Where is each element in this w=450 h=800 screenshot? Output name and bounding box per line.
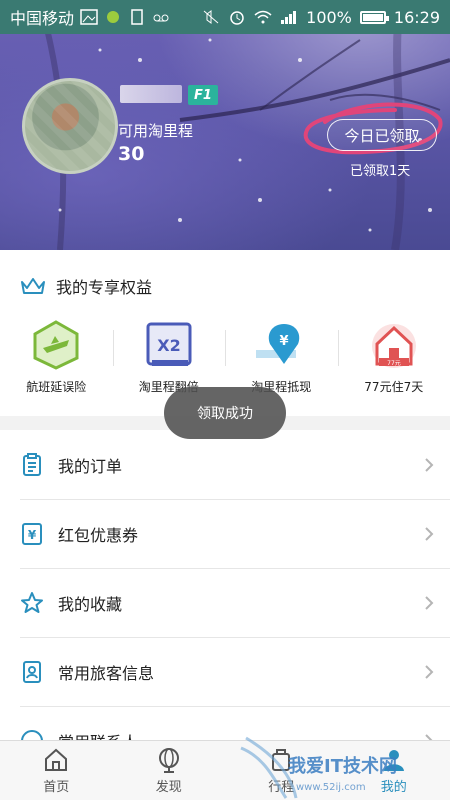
benefit-flight-delay[interactable]: 航班延误险 [0, 320, 113, 410]
star-icon [21, 591, 43, 613]
username-redacted [120, 85, 182, 103]
benefit-label: 77元住7天 [364, 380, 424, 394]
chevron-right-icon [425, 595, 434, 610]
account-menu: 我的订单 ¥ 红包优惠券 我的收藏 常用旅客信息 常用联系人 [0, 430, 450, 752]
sim-icon [131, 9, 143, 25]
profile-header: F1 可用淘里程 30 今日已领取 已领取1天 [0, 0, 450, 250]
benefit-label: 航班延误险 [26, 380, 87, 394]
home-icon [45, 748, 68, 771]
watermark-url: www.52ij.com [296, 782, 366, 793]
site-watermark: 我爱IT技术网 www.52ij.com [240, 736, 397, 799]
chevron-right-icon [425, 457, 434, 472]
menu-label: 红包优惠券 [58, 525, 139, 545]
mileage-label: 可用淘里程 [118, 122, 194, 140]
tab-label: 首页 [43, 779, 70, 795]
mute-icon [203, 10, 219, 24]
hotel-77-icon: 77元 [371, 324, 416, 368]
image-icon [80, 9, 98, 25]
id-card-icon [23, 660, 41, 683]
carrier-name: 中国移动 [10, 9, 75, 28]
benefit-hotel-77[interactable]: 77元 77元住7天 [337, 320, 450, 410]
tab-home[interactable]: 首页 [0, 741, 113, 800]
order-list-icon [23, 452, 41, 476]
battery-icon [359, 10, 389, 24]
chevron-right-icon [425, 664, 434, 679]
avatar[interactable] [22, 78, 118, 174]
hotel-77-icon-text: 77元 [387, 360, 401, 367]
daily-claim-button[interactable]: 今日已领取 [327, 119, 437, 151]
yen-pin-icon: ¥ [256, 324, 300, 364]
menu-label: 我的收藏 [58, 594, 123, 614]
level-badge: F1 [188, 85, 218, 105]
menu-label: 常用旅客信息 [58, 663, 155, 683]
menu-label: 我的订单 [58, 456, 123, 476]
battery-percent: 100% [306, 7, 352, 27]
claim-days-text: 已领取1天 [350, 164, 411, 179]
menu-item-coupons[interactable]: ¥ 红包优惠券 [0, 499, 450, 568]
mileage-value: 30 [118, 143, 145, 165]
tab-label: 发现 [155, 779, 182, 795]
globe-icon [158, 747, 179, 773]
signal-icon [281, 11, 297, 24]
benefits-header: 我的专享权益 [20, 274, 152, 298]
app-notification-icon [107, 11, 120, 23]
watermark-text: 我爱IT技术网 [288, 755, 397, 777]
clock: 16:29 [393, 7, 440, 27]
benefits-title: 我的专享权益 [56, 278, 153, 297]
toast-message: 领取成功 [164, 387, 286, 439]
menu-item-favorites[interactable]: 我的收藏 [0, 568, 450, 637]
menu-item-orders[interactable]: 我的订单 [0, 430, 450, 499]
alarm-icon [230, 11, 244, 25]
plane-badge-icon [33, 320, 79, 370]
x2-icon-text: X2 [157, 336, 180, 355]
x2-icon: X2 [146, 322, 192, 366]
crown-icon [21, 278, 45, 294]
tab-discover[interactable]: 发现 [113, 741, 226, 800]
svg-text:¥: ¥ [28, 528, 37, 542]
voicemail-icon [153, 14, 169, 22]
status-bar: 中国移动 100% 16:29 [0, 0, 450, 34]
coupon-icon: ¥ [22, 522, 42, 545]
menu-item-travelers[interactable]: 常用旅客信息 [0, 637, 450, 706]
chevron-right-icon [425, 526, 434, 541]
wifi-icon [254, 10, 272, 24]
svg-text:¥: ¥ [280, 334, 289, 349]
